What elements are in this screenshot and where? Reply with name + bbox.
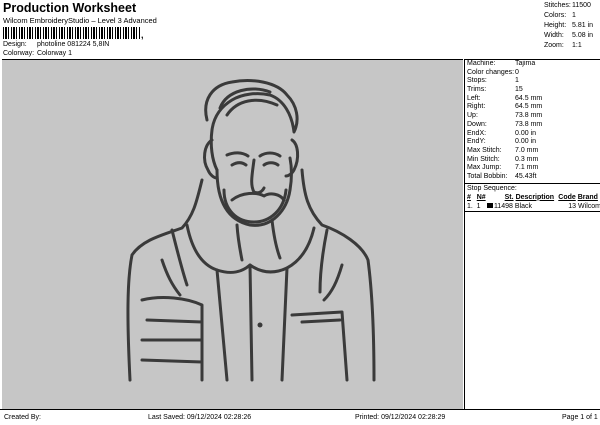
machine-row: Max Stitch: 7.0 mm [465, 147, 600, 156]
colorway-line: Colorway: Colorway 1 [3, 50, 72, 57]
row-value: 73.8 mm [515, 112, 543, 120]
machine-row: Min Stitch: 0.3 mm [465, 156, 600, 165]
stat-label: Stitches: [544, 2, 571, 9]
machine-panel: Machine: Tajima Color changes: 0 Stops: 1 T… [464, 59, 600, 410]
stat-value: 5.08 in [572, 32, 594, 39]
row-label: Max Jump: [467, 164, 502, 172]
col-brand: Brand [577, 193, 598, 201]
machine-row: Right: 64.5 mm [465, 103, 600, 112]
row-label: Stops: [467, 77, 487, 85]
footer: Created By: Last Saved: 09/12/2024 02:28… [0, 409, 600, 425]
cell-st: 11498 [486, 202, 513, 211]
col-code: Code [558, 193, 576, 201]
row-value: 1 [515, 77, 519, 85]
stat-value: 11500 [572, 2, 591, 9]
machine-row: EndY: 0.00 in [465, 138, 600, 147]
machine-row: Trims: 15 [465, 86, 600, 95]
row-label: EndX: [467, 129, 487, 137]
row-value: 64.5 mm [515, 103, 543, 111]
design-preview [2, 59, 463, 410]
stat-height: Height: 5.81 in [544, 21, 598, 31]
software-subtitle: Wilcom EmbroideryStudio – Level 3 Advanc… [3, 16, 157, 25]
stop-sequence-header: # N# St. Description Code Brand [465, 193, 600, 202]
design-line: Design: photoline 081224 5,8IN [3, 41, 109, 48]
stat-label: Zoom: [544, 42, 564, 49]
cell-num: 1. [467, 202, 473, 210]
col-num: # [467, 193, 471, 201]
row-label: Left: [467, 94, 481, 102]
embroidery-portrait [126, 79, 376, 382]
machine-row: Left: 64.5 mm [465, 95, 600, 104]
row-value: 0.00 in [515, 129, 537, 137]
row-value: 0.3 mm [515, 155, 539, 163]
printed-date: Printed: 09/12/2024 02:28:29 [355, 414, 446, 421]
row-value: 7.0 mm [515, 146, 539, 154]
colorway-label: Colorway: [3, 50, 35, 57]
row-label: Right: [467, 103, 486, 111]
row-label: Color changes: [467, 68, 515, 76]
row-value: 45.43ft [515, 172, 537, 180]
row-value: 73.8 mm [515, 120, 543, 128]
row-value: 0 [515, 68, 519, 76]
stop-sequence-title: Stop Sequence: [465, 182, 600, 193]
stat-zoom: Zoom: 1:1 [544, 41, 598, 51]
machine-row: Max Jump: 7.1 mm [465, 164, 600, 173]
row-label: Up: [467, 112, 478, 120]
row-label: Trims: [467, 86, 487, 94]
stat-value: 5.81 in [572, 22, 594, 29]
row-label: EndY: [467, 138, 486, 146]
row-value: 7.1 mm [515, 164, 539, 172]
barcode-suffix: , [141, 30, 144, 40]
stats-box: Stitches: 11500 Colors: 1 Height: 5.81 in W… [544, 1, 598, 51]
cell-code: 13 [568, 202, 577, 210]
stat-value: 1:1 [572, 42, 582, 49]
row-label: Max Stitch: [467, 146, 502, 154]
row-label: Total Bobbin: [467, 172, 508, 180]
cell-brand: Wilcom [578, 202, 600, 210]
last-saved: Last Saved: 09/12/2024 02:28:26 [148, 414, 252, 421]
row-label: Down: [467, 120, 487, 128]
created-by: Created By: [4, 414, 41, 421]
stat-label: Width: [544, 32, 564, 39]
col-desc: Description [515, 193, 555, 201]
row-value: 15 [515, 86, 523, 94]
stat-label: Colors: [544, 12, 567, 19]
page-number: Page 1 of 1 [562, 414, 598, 421]
stat-colors: Colors: 1 [544, 11, 598, 21]
machine-row: EndX: 0.00 in [465, 130, 600, 139]
stat-width: Width: 5.08 in [544, 31, 598, 41]
machine-row: Up: 73.8 mm [465, 112, 600, 121]
cell-n: 1 [476, 202, 481, 210]
machine-row: Stops: 1 [465, 77, 600, 86]
row-value: 64.5 mm [515, 94, 543, 102]
machine-row: Color changes: 0 [465, 69, 600, 78]
row-label: Min Stitch: [467, 155, 500, 163]
col-n: N# [476, 193, 486, 201]
row-value: Tajima [515, 60, 536, 67]
barcode [3, 27, 141, 39]
row-value: 0.00 in [515, 138, 537, 146]
machine-row: Down: 73.8 mm [465, 121, 600, 130]
stat-stitches: Stitches: 11500 [544, 1, 598, 11]
cell-desc: Black [514, 202, 533, 210]
stat-label: Height: [544, 22, 567, 29]
worksheet-title: Production Worksheet [3, 1, 137, 15]
design-label: Design: [3, 41, 27, 48]
col-st: St. [504, 193, 514, 201]
colorway-value: Colorway 1 [36, 50, 72, 57]
row-label: Machine: [467, 60, 496, 67]
cell-st-value: 11498 [493, 202, 513, 210]
table-row: 1. 1 11498 Black 13 Wilcom [465, 202, 600, 212]
thread-color-swatch [486, 202, 493, 208]
design-value: photoline 081224 5,8IN [36, 41, 110, 48]
machine-row: Total Bobbin: 45.43ft [465, 173, 600, 182]
stat-value: 1 [572, 12, 576, 19]
machine-row: Machine: Tajima [465, 60, 600, 69]
